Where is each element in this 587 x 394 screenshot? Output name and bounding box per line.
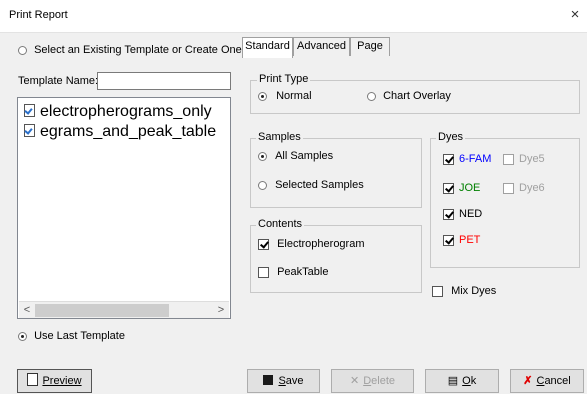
floppy-disk-icon <box>263 375 274 385</box>
close-icon[interactable]: × <box>565 5 585 25</box>
samples-group <box>250 138 422 208</box>
delete-button[interactable]: ✕ Delete <box>331 369 414 393</box>
dye-option-dye6[interactable]: Dye6 <box>503 182 545 194</box>
scroll-thumb[interactable] <box>35 304 169 317</box>
contents-group <box>250 225 422 293</box>
delete-icon: ✕ <box>349 375 360 387</box>
template-icon <box>24 124 35 137</box>
dye-option-joe[interactable]: JOE <box>443 182 480 194</box>
scroll-left-icon[interactable]: < <box>20 304 34 317</box>
print-type-chart-overlay-option[interactable]: Chart Overlay <box>367 90 451 102</box>
dye-option-6-fam[interactable]: 6-FAM <box>443 153 491 165</box>
dye-checkbox[interactable] <box>503 153 514 165</box>
use-last-template-radio[interactable] <box>18 331 27 341</box>
printer-icon: ▤ <box>447 375 459 387</box>
use-last-template-label: Use Last Template <box>34 330 125 342</box>
dye-option-pet[interactable]: PET <box>443 234 480 246</box>
dye-checkbox[interactable] <box>443 153 454 165</box>
select-template-label: Select an Existing Template or Create On… <box>34 44 242 56</box>
selected-samples-option[interactable]: Selected Samples <box>258 179 364 191</box>
dye-label: PET <box>459 234 481 246</box>
peak-table-checkbox[interactable] <box>258 266 269 278</box>
cancel-icon: ✗ <box>523 375 533 387</box>
print-type-title: Print Type <box>257 73 311 85</box>
all-samples-radio[interactable] <box>258 151 267 161</box>
scroll-right-icon[interactable]: > <box>214 304 228 317</box>
dyes-title: Dyes <box>436 131 466 143</box>
tab-page[interactable]: Page <box>350 37 390 56</box>
select-template-radio[interactable] <box>18 45 27 55</box>
mix-dyes-checkbox[interactable] <box>432 285 443 297</box>
dye-label: Dye6 <box>519 182 545 194</box>
normal-radio[interactable] <box>258 91 267 101</box>
dye-option-ned[interactable]: NED <box>443 208 482 220</box>
select-template-option[interactable]: Select an Existing Template or Create On… <box>18 44 242 56</box>
dye-checkbox[interactable] <box>443 182 454 194</box>
selected-samples-radio[interactable] <box>258 180 267 190</box>
title-bar: Print Report × <box>0 0 587 33</box>
window-title: Print Report <box>9 9 68 21</box>
ok-button[interactable]: ▤ Ok <box>425 369 499 393</box>
template-name-input[interactable] <box>97 72 231 90</box>
print-type-normal-option[interactable]: Normal <box>258 90 312 102</box>
chart-overlay-radio[interactable] <box>367 91 376 101</box>
dye-checkbox[interactable] <box>443 208 454 220</box>
dye-label: JOE <box>459 182 481 194</box>
dye-checkbox[interactable] <box>443 234 454 246</box>
save-button[interactable]: Save <box>247 369 320 393</box>
preview-button[interactable]: Preview <box>17 369 92 393</box>
tab-standard[interactable]: Standard <box>242 37 293 58</box>
mix-dyes-option[interactable]: Mix Dyes <box>432 285 496 297</box>
all-samples-option[interactable]: All Samples <box>258 150 333 162</box>
contents-title: Contents <box>256 218 305 230</box>
use-last-template-option[interactable]: Use Last Template <box>18 330 125 342</box>
preview-icon <box>27 373 39 386</box>
dye-checkbox[interactable] <box>503 182 514 194</box>
dye-label: Dye5 <box>519 153 545 165</box>
tab-advanced[interactable]: Advanced <box>293 37 350 56</box>
list-item[interactable]: egrams_and_peak_table <box>18 122 230 142</box>
template-icon <box>24 104 35 117</box>
template-name-label: Template Name: <box>18 75 99 87</box>
samples-title: Samples <box>256 131 303 143</box>
horizontal-scrollbar[interactable]: < > <box>19 301 229 318</box>
cancel-button[interactable]: ✗ Cancel <box>510 369 584 393</box>
template-list[interactable]: electropherograms_only egrams_and_peak_t… <box>17 97 231 319</box>
peak-table-option[interactable]: PeakTable <box>258 266 328 278</box>
list-item[interactable]: electropherograms_only <box>18 102 230 122</box>
dye-option-dye5[interactable]: Dye5 <box>503 153 545 165</box>
electropherogram-option[interactable]: Electropherogram <box>258 238 365 250</box>
electropherogram-checkbox[interactable] <box>258 238 269 250</box>
dye-label: NED <box>459 208 483 220</box>
dye-label: 6-FAM <box>459 153 492 165</box>
